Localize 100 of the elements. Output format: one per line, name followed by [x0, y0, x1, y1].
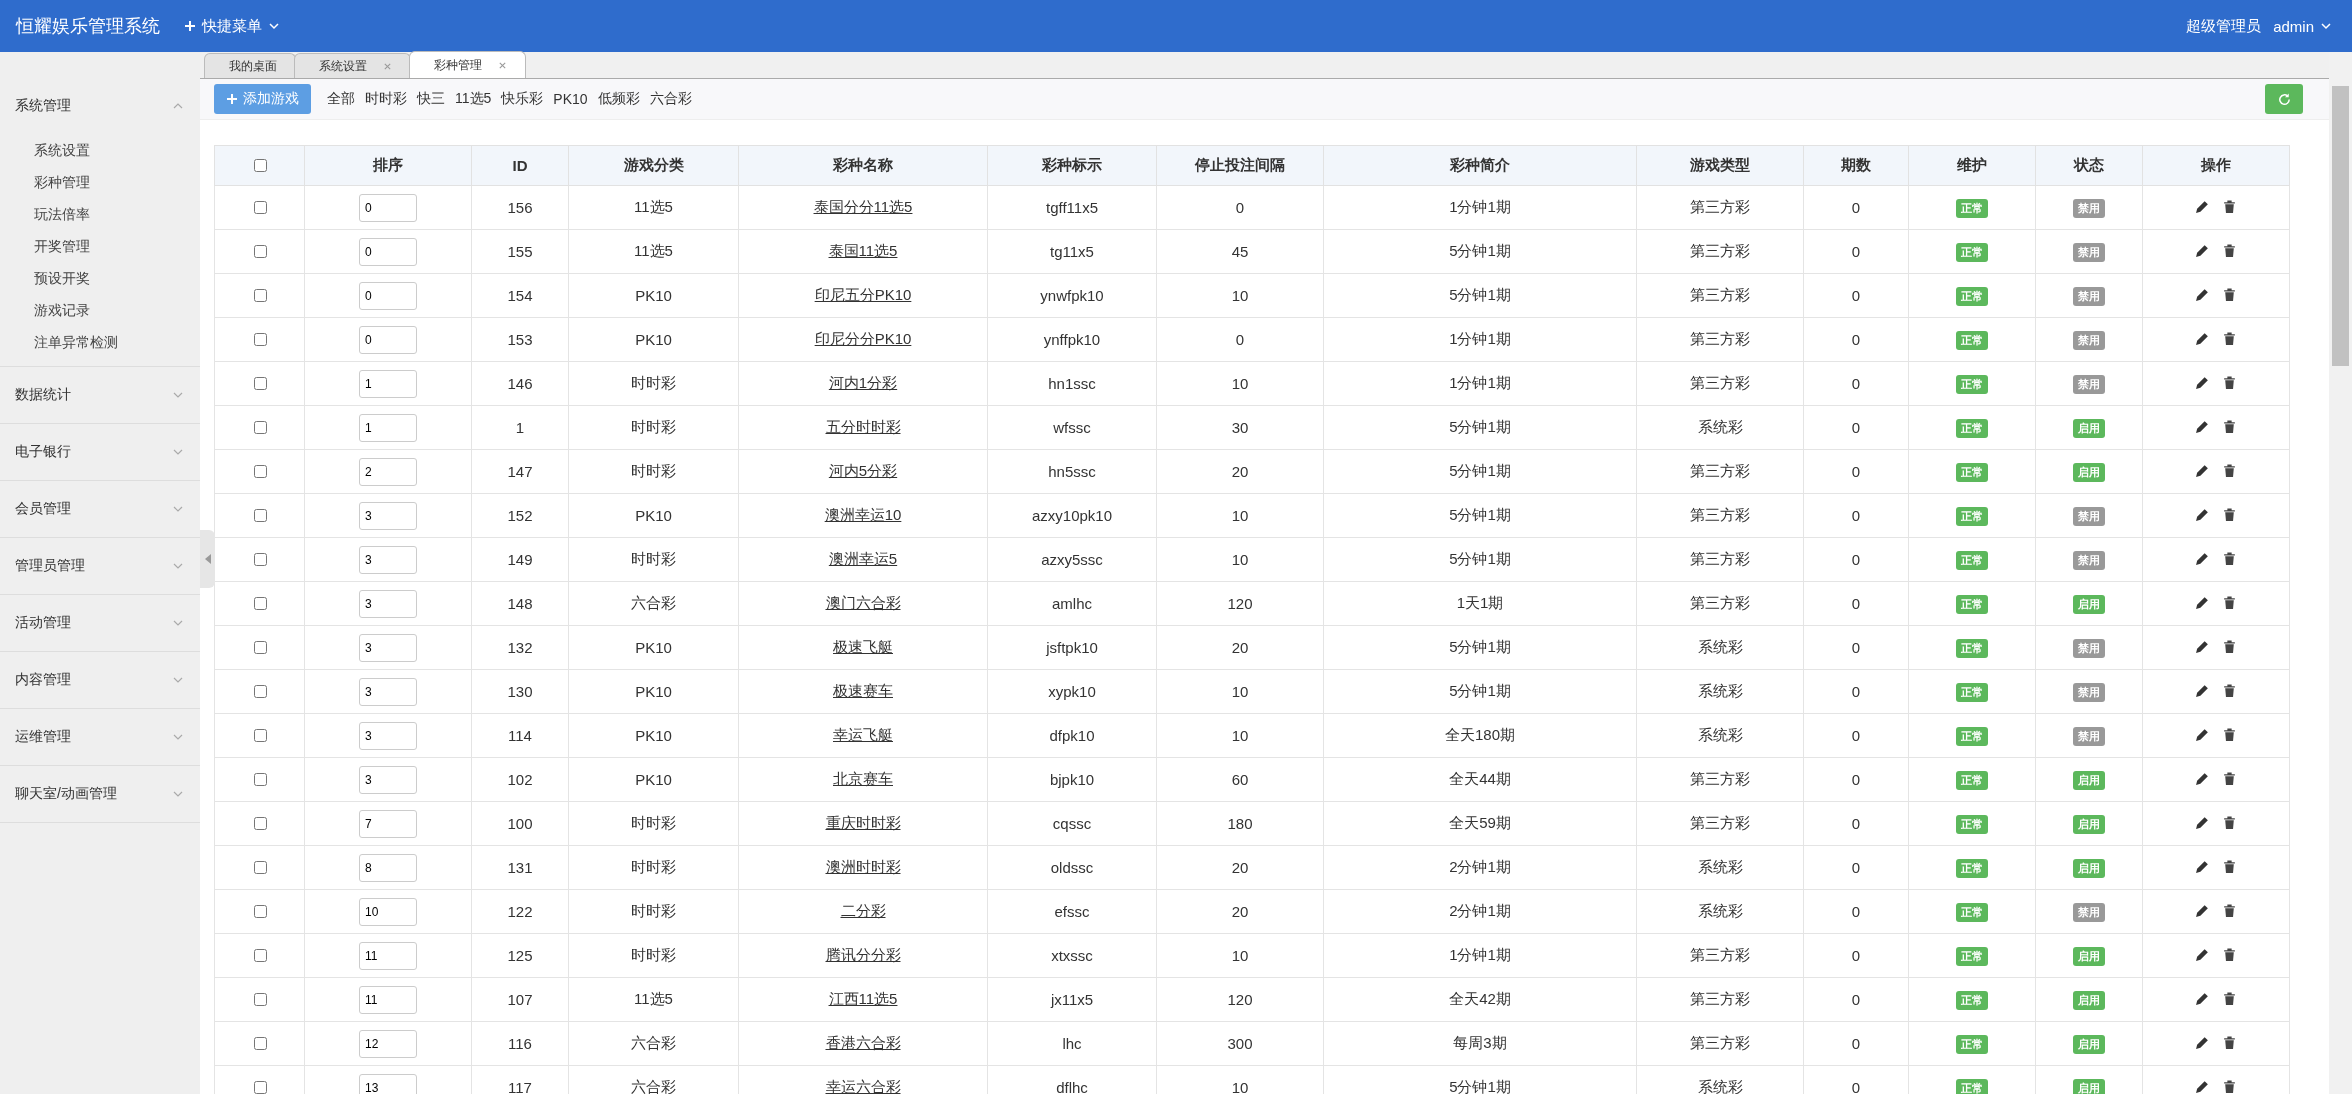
filter-link[interactable]: 快乐彩 [501, 90, 544, 108]
delete-icon[interactable] [2222, 990, 2237, 1006]
row-checkbox[interactable] [253, 509, 267, 522]
delete-icon[interactable] [2222, 726, 2237, 742]
lottery-name-link[interactable]: 印尼五分PK10 [814, 286, 912, 303]
row-checkbox[interactable] [253, 597, 267, 610]
edit-icon[interactable] [2195, 506, 2210, 522]
delete-icon[interactable] [2222, 418, 2237, 434]
delete-icon[interactable] [2222, 286, 2237, 302]
edit-icon[interactable] [2195, 242, 2210, 258]
lottery-name-link[interactable]: 北京赛车 [833, 770, 893, 787]
lottery-name-link[interactable]: 幸运六合彩 [825, 1078, 901, 1094]
filter-link[interactable]: PK10 [553, 91, 588, 107]
tab[interactable]: 我的桌面 [204, 53, 296, 78]
delete-icon[interactable] [2222, 594, 2237, 610]
delete-icon[interactable] [2222, 462, 2237, 478]
edit-icon[interactable] [2195, 814, 2210, 830]
row-checkbox[interactable] [253, 553, 267, 566]
lottery-name-link[interactable]: 印尼分分PK10 [814, 330, 912, 347]
sidebar-item[interactable]: 游戏记录 [0, 294, 90, 326]
edit-icon[interactable] [2195, 990, 2210, 1006]
delete-icon[interactable] [2222, 330, 2237, 346]
sort-field[interactable]: 8 [359, 853, 417, 882]
filter-link[interactable]: 低频彩 [597, 90, 640, 108]
sort-field[interactable]: 12 [359, 1029, 417, 1058]
delete-icon[interactable] [2222, 550, 2237, 566]
sidebar-section[interactable]: 运维管理 [0, 709, 200, 765]
delete-icon[interactable] [2222, 946, 2237, 962]
sort-field[interactable]: 1 [359, 369, 417, 398]
sidebar-section[interactable]: 管理员管理 [0, 538, 200, 594]
filter-link[interactable]: 快三 [417, 90, 445, 108]
edit-icon[interactable] [2195, 858, 2210, 874]
sort-field[interactable]: 3 [359, 545, 417, 574]
delete-icon[interactable] [2222, 242, 2237, 258]
edit-icon[interactable] [2195, 374, 2210, 390]
edit-icon[interactable] [2195, 1034, 2210, 1050]
row-checkbox[interactable] [253, 861, 267, 874]
lottery-name-link[interactable]: 幸运飞艇 [833, 726, 893, 743]
row-checkbox[interactable] [253, 641, 267, 654]
row-checkbox[interactable] [253, 377, 267, 390]
sort-field[interactable]: 3 [359, 721, 417, 750]
sidebar-item[interactable]: 开奖管理 [0, 230, 90, 262]
sort-field[interactable]: 7 [359, 809, 417, 838]
sort-field[interactable]: 3 [359, 589, 417, 618]
sort-field[interactable]: 10 [359, 897, 417, 926]
delete-icon[interactable] [2222, 1034, 2237, 1050]
row-checkbox[interactable] [253, 201, 267, 214]
filter-link[interactable]: 全部 [327, 90, 355, 108]
sidebar-section[interactable]: 系统管理 [0, 78, 200, 134]
edit-icon[interactable] [2195, 418, 2210, 434]
delete-icon[interactable] [2222, 198, 2237, 214]
row-checkbox[interactable] [253, 685, 267, 698]
sort-field[interactable]: 3 [359, 501, 417, 530]
edit-icon[interactable] [2195, 946, 2210, 962]
collapse-handle[interactable] [200, 530, 215, 588]
lottery-name-link[interactable]: 泰国分分11选5 [813, 198, 913, 215]
select-all-checkbox[interactable] [253, 159, 267, 172]
sort-field[interactable]: 3 [359, 633, 417, 662]
edit-icon[interactable] [2195, 550, 2210, 566]
tab[interactable]: 系统设置 [294, 53, 411, 78]
edit-icon[interactable] [2195, 682, 2210, 698]
lottery-name-link[interactable]: 泰国11选5 [828, 242, 898, 259]
row-checkbox[interactable] [253, 245, 267, 258]
row-checkbox[interactable] [253, 333, 267, 346]
edit-icon[interactable] [2195, 594, 2210, 610]
edit-icon[interactable] [2195, 638, 2210, 654]
edit-icon[interactable] [2195, 1078, 2210, 1094]
row-checkbox[interactable] [253, 905, 267, 918]
lottery-name-link[interactable]: 澳门六合彩 [825, 594, 901, 611]
row-checkbox[interactable] [253, 949, 267, 962]
sidebar-section[interactable]: 活动管理 [0, 595, 200, 651]
delete-icon[interactable] [2222, 1078, 2237, 1094]
edit-icon[interactable] [2195, 726, 2210, 742]
delete-icon[interactable] [2222, 374, 2237, 390]
row-checkbox[interactable] [253, 817, 267, 830]
lottery-name-link[interactable]: 澳洲幸运5 [828, 550, 898, 567]
edit-icon[interactable] [2195, 462, 2210, 478]
edit-icon[interactable] [2195, 286, 2210, 302]
delete-icon[interactable] [2222, 506, 2237, 522]
scrollbar[interactable] [2329, 52, 2352, 1094]
lottery-name-link[interactable]: 江西11选5 [828, 990, 898, 1007]
row-checkbox[interactable] [253, 1081, 267, 1094]
sort-field[interactable]: 0 [359, 237, 417, 266]
lottery-name-link[interactable]: 极速赛车 [833, 682, 893, 699]
row-checkbox[interactable] [253, 773, 267, 786]
sidebar-section[interactable]: 会员管理 [0, 481, 200, 537]
sort-field[interactable]: 13 [359, 1073, 417, 1094]
filter-link[interactable]: 11选5 [455, 90, 492, 108]
lottery-name-link[interactable]: 澳洲幸运10 [824, 506, 902, 523]
user-menu-button[interactable]: admin [2273, 17, 2332, 35]
row-checkbox[interactable] [253, 1037, 267, 1050]
sidebar-item[interactable]: 预设开奖 [0, 262, 90, 294]
sort-field[interactable]: 11 [359, 985, 417, 1014]
row-checkbox[interactable] [253, 289, 267, 302]
sort-field[interactable]: 0 [359, 281, 417, 310]
sidebar-section[interactable]: 聊天室/动画管理 [0, 766, 200, 822]
delete-icon[interactable] [2222, 858, 2237, 874]
edit-icon[interactable] [2195, 198, 2210, 214]
delete-icon[interactable] [2222, 814, 2237, 830]
delete-icon[interactable] [2222, 770, 2237, 786]
